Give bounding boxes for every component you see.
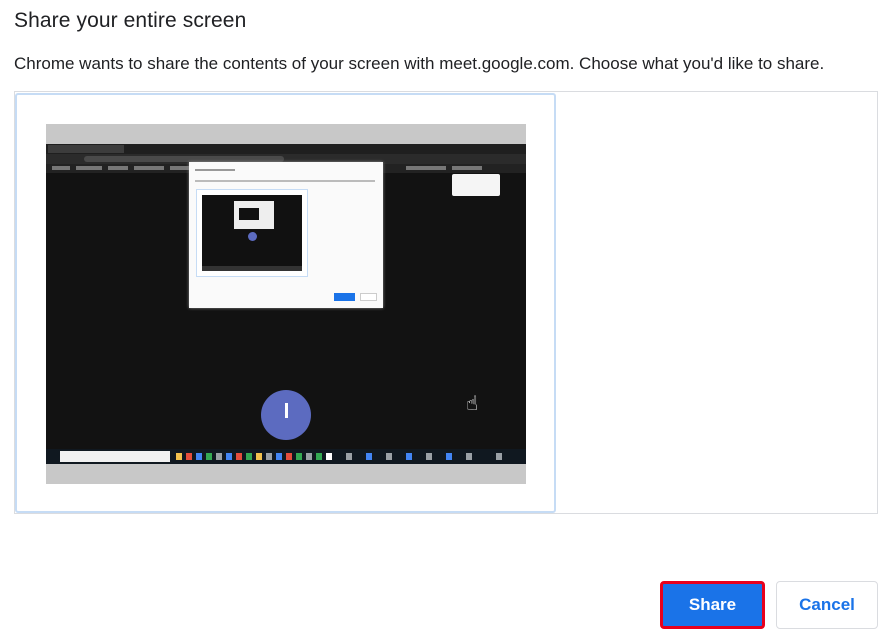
source-picker-grid: ☝ [14,91,878,514]
meet-popup-panel [452,174,500,196]
dialog-description: Chrome wants to share the contents of yo… [14,54,825,73]
screen-source-item[interactable]: ☝ [15,93,556,513]
hand-pointer-icon: ☝ [466,393,479,415]
cancel-button[interactable]: Cancel [776,581,878,629]
screen-thumbnail: ☝ [46,124,526,484]
share-button[interactable]: Share [660,581,765,629]
dialog-title: Share your entire screen [14,9,247,32]
